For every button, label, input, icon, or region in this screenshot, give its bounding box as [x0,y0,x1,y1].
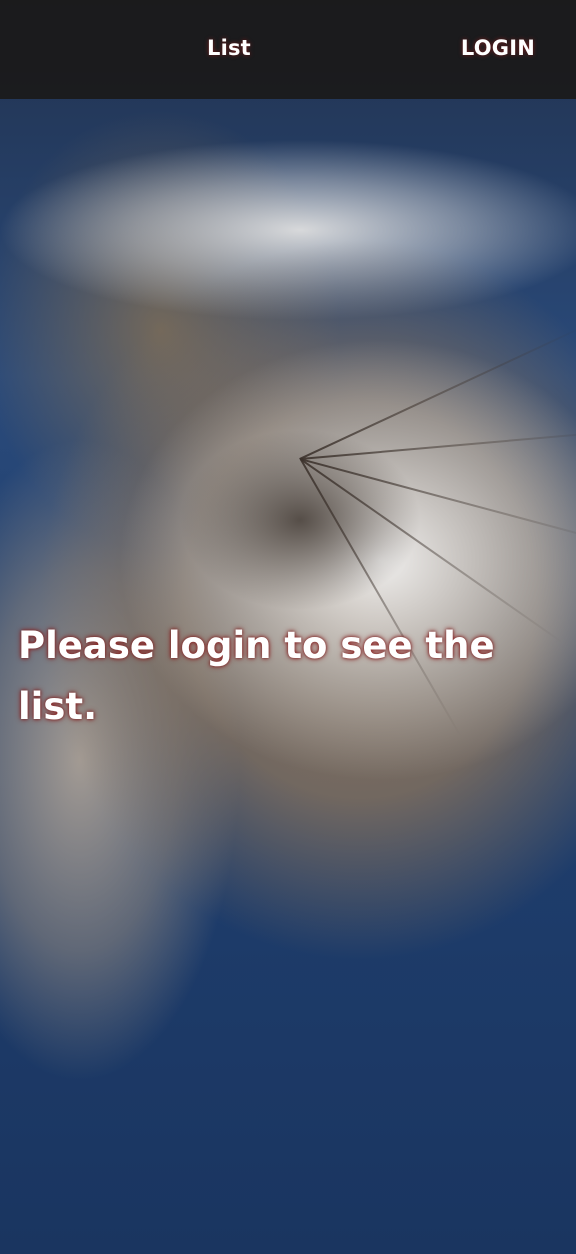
top-navbar: List LOGIN [0,0,576,99]
login-prompt-message: Please login to see the list. [18,624,495,728]
nav-list-link[interactable]: List [207,36,251,60]
background-ridge [299,430,576,460]
nav-login-link[interactable]: LOGIN [461,36,535,60]
